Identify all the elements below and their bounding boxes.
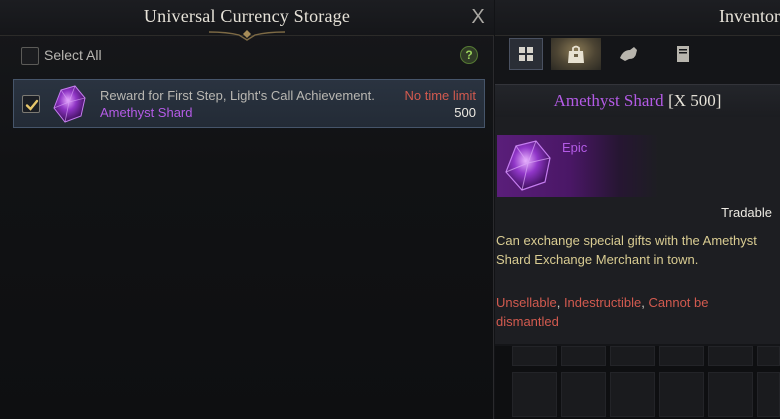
currency-storage-panel: Universal Currency Storage X Select All … — [0, 0, 494, 419]
inventory-slot[interactable] — [708, 346, 753, 366]
item-grade: Epic — [562, 140, 588, 155]
amethyst-gem-icon — [505, 140, 551, 191]
tab-bag[interactable] — [551, 38, 601, 70]
flag-indestructible: Indestructible — [563, 295, 642, 310]
inventory-slot[interactable] — [757, 346, 780, 366]
tooltip-item-name: Amethyst Shard — [553, 91, 664, 110]
inventory-slot[interactable] — [561, 372, 606, 417]
tradable-label: Tradable — [721, 205, 772, 220]
inventory-slot[interactable] — [610, 346, 655, 366]
help-icon[interactable]: ? — [460, 46, 478, 64]
inventory-slot[interactable] — [757, 372, 780, 417]
reward-count: 500 — [454, 105, 476, 120]
inventory-slot[interactable] — [659, 346, 704, 366]
inventory-tabs — [509, 38, 780, 72]
storage-toolbar: Select All ? — [0, 40, 494, 70]
flag-separator: , — [556, 295, 564, 310]
tab-mount[interactable] — [612, 38, 646, 70]
tab-grid[interactable] — [509, 38, 543, 70]
inventory-title: Inventory — [719, 6, 780, 26]
inventory-slots — [495, 346, 780, 419]
inventory-panel: Inventory — [495, 0, 780, 419]
close-icon[interactable]: X — [466, 5, 490, 29]
grid-view-icon — [519, 47, 533, 61]
item-description: Can exchange special gifts with the Amet… — [496, 233, 757, 267]
reward-description: Reward for First Step, Light's Call Achi… — [100, 88, 375, 103]
tooltip-header: Amethyst Shard [X 500] — [495, 85, 780, 117]
item-tooltip: Amethyst Shard [X 500] Epic Tradable Can… — [495, 84, 780, 344]
inventory-slot[interactable] — [708, 372, 753, 417]
item-flags: Unsellable, Indestructible, Cannot be di… — [496, 293, 766, 331]
select-all-checkbox[interactable] — [21, 47, 39, 65]
tab-book[interactable] — [666, 38, 700, 70]
check-icon — [25, 99, 39, 111]
inventory-slot[interactable] — [512, 372, 557, 417]
amethyst-gem-icon — [53, 85, 86, 123]
row-checkbox[interactable] — [22, 95, 40, 113]
flag-separator: , — [641, 295, 649, 310]
book-icon — [677, 46, 689, 62]
flag-unsellable: Unsellable — [496, 295, 557, 310]
storage-title: Universal Currency Storage — [143, 6, 351, 26]
inventory-slot[interactable] — [610, 372, 655, 417]
inventory-slot[interactable] — [512, 346, 557, 366]
inventory-slot[interactable] — [659, 372, 704, 417]
select-all-label[interactable]: Select All — [44, 47, 102, 63]
tooltip-quantity: [X 500] — [668, 91, 722, 110]
storage-header: Universal Currency Storage X — [0, 0, 494, 41]
mount-icon — [620, 47, 637, 61]
inventory-header: Inventory — [495, 0, 780, 36]
time-limit-label: No time limit — [404, 88, 476, 103]
bag-icon — [568, 45, 584, 63]
inventory-slot[interactable] — [561, 346, 606, 366]
reward-row[interactable]: Reward for First Step, Light's Call Achi… — [13, 79, 485, 128]
reward-item-name: Amethyst Shard — [100, 105, 193, 120]
